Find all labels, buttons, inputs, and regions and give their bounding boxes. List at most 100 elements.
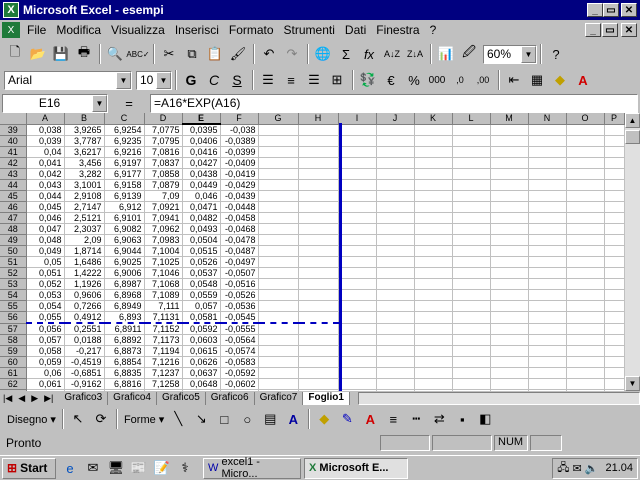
font-select[interactable]: Arial ▼	[4, 70, 132, 90]
cell[interactable]: 0,057	[26, 334, 65, 346]
cell[interactable]	[490, 278, 529, 290]
cell[interactable]	[414, 168, 453, 180]
row-header[interactable]: 48	[0, 223, 27, 235]
cell[interactable]	[258, 300, 299, 312]
cell[interactable]	[414, 367, 453, 379]
row-header[interactable]: 62	[0, 378, 27, 390]
cell[interactable]	[604, 334, 625, 346]
cell[interactable]: -0,0516	[220, 278, 259, 290]
cell[interactable]: 0,0537	[182, 267, 221, 279]
cell[interactable]	[414, 124, 453, 136]
menu-strumenti[interactable]: Strumenti	[279, 23, 340, 37]
cell[interactable]: 0,059	[26, 356, 65, 368]
cell[interactable]	[414, 190, 453, 202]
cell[interactable]: 2,9108	[64, 190, 105, 202]
cell[interactable]	[452, 256, 491, 268]
cell[interactable]	[566, 179, 605, 191]
cell[interactable]: 0,045	[26, 201, 65, 213]
tab-grafico6[interactable]: Grafico6	[206, 391, 255, 405]
cell[interactable]	[376, 234, 415, 246]
cell[interactable]	[414, 345, 453, 357]
worksheet-grid[interactable]: A B C D E F G H I J K L M N O P 39 0,038 3,9265 6,9254 7,077…	[0, 113, 625, 391]
cell[interactable]: 6,9139	[104, 190, 145, 202]
cell[interactable]	[298, 256, 339, 268]
line-icon[interactable]: ╲	[167, 408, 189, 430]
cell[interactable]: 0,0603	[182, 334, 221, 346]
font-color-icon[interactable]: A	[572, 69, 594, 91]
cell[interactable]	[490, 212, 529, 224]
cell[interactable]	[338, 135, 377, 147]
cell[interactable]	[490, 157, 529, 169]
cell[interactable]	[604, 345, 625, 357]
vertical-scrollbar[interactable]: ▲ ▼	[625, 113, 640, 391]
cell[interactable]	[414, 223, 453, 235]
cell[interactable]	[338, 311, 377, 324]
cell[interactable]	[414, 267, 453, 279]
cell[interactable]: 0,043	[26, 179, 65, 191]
cell[interactable]	[338, 179, 377, 191]
chevron-down-icon[interactable]: ▼	[156, 71, 171, 89]
cell[interactable]: 6,9254	[104, 124, 145, 136]
cell[interactable]: -0,0429	[220, 179, 259, 191]
cell[interactable]: 6,9063	[104, 234, 145, 246]
cell[interactable]	[258, 157, 299, 169]
cell[interactable]	[298, 278, 339, 290]
cell[interactable]: 7,1258	[144, 378, 183, 390]
cell[interactable]	[298, 157, 339, 169]
column-header[interactable]: C	[104, 113, 145, 125]
fill-color-icon[interactable]: ◆	[313, 408, 335, 430]
cell[interactable]: 0,0416	[182, 146, 221, 158]
row-header[interactable]: 55	[0, 300, 27, 312]
currency-icon[interactable]: 💱	[357, 69, 379, 91]
draw-menu-button[interactable]: Disegno ▾	[4, 413, 59, 426]
textbox-icon[interactable]: ▤	[259, 408, 281, 430]
cell[interactable]	[566, 345, 605, 357]
chevron-down-icon[interactable]: ▼	[521, 45, 536, 63]
cell[interactable]: 1,6486	[64, 256, 105, 268]
cell[interactable]	[528, 223, 567, 235]
cell[interactable]	[376, 212, 415, 224]
cell[interactable]: -0,0487	[220, 245, 259, 257]
volume-icon[interactable]: 🔈	[585, 462, 599, 475]
arrow-icon[interactable]: ↘	[190, 408, 212, 430]
cell[interactable]: 7,111	[144, 300, 183, 312]
cell[interactable]: 6,9082	[104, 223, 145, 235]
cell[interactable]	[258, 190, 299, 202]
cell[interactable]	[414, 278, 453, 290]
cell[interactable]	[452, 300, 491, 312]
cell[interactable]	[452, 267, 491, 279]
cell[interactable]	[338, 278, 377, 290]
format-painter-icon[interactable]: 🖌	[227, 43, 249, 65]
cell[interactable]	[376, 256, 415, 268]
cell[interactable]	[298, 201, 339, 213]
cell[interactable]	[604, 278, 625, 290]
cell[interactable]	[566, 124, 605, 136]
cell[interactable]	[298, 356, 339, 368]
row-header[interactable]: 53	[0, 278, 27, 290]
cell[interactable]: 6,8987	[104, 278, 145, 290]
cell[interactable]: 7,1068	[144, 278, 183, 290]
row-header[interactable]: 52	[0, 267, 27, 279]
cell[interactable]: 0,0504	[182, 234, 221, 246]
cell[interactable]	[298, 234, 339, 246]
column-header[interactable]: G	[258, 113, 299, 125]
cell[interactable]: -0,0555	[220, 323, 259, 335]
cell[interactable]	[338, 168, 377, 180]
cell[interactable]: -0,217	[64, 345, 105, 357]
cell[interactable]	[298, 323, 339, 335]
menu-modifica[interactable]: Modifica	[51, 23, 106, 37]
cell[interactable]: 7,1131	[144, 311, 183, 324]
cell[interactable]	[490, 256, 529, 268]
cell[interactable]	[566, 311, 605, 324]
cell[interactable]	[258, 278, 299, 290]
formula-input[interactable]: =A16*EXP(A16)	[150, 93, 638, 113]
equals-sign[interactable]: =	[108, 96, 150, 111]
cell[interactable]	[604, 245, 625, 257]
tab-foglio1[interactable]: Foglio1	[303, 391, 350, 405]
cell[interactable]: 0,054	[26, 300, 65, 312]
cell[interactable]: -0,9162	[64, 378, 105, 390]
ie-icon[interactable]: e	[59, 457, 81, 479]
cell[interactable]	[376, 157, 415, 169]
row-header[interactable]: 47	[0, 212, 27, 224]
scroll-up-icon[interactable]: ▲	[625, 113, 640, 128]
